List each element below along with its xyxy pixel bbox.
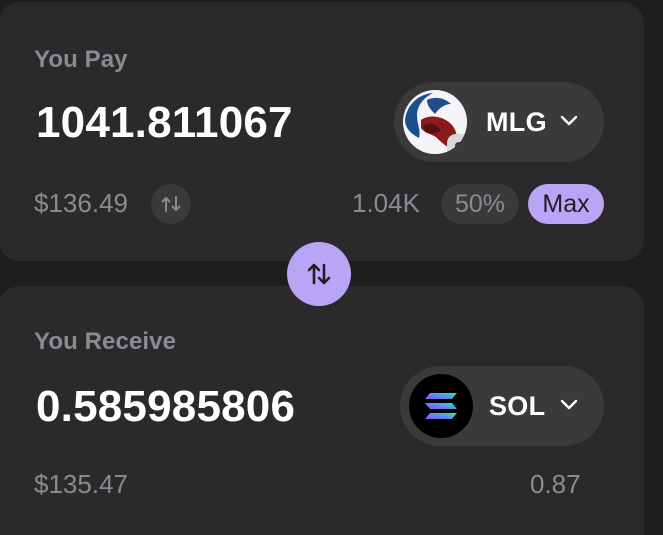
pay-amount-input[interactable]: 1041.811067 (36, 98, 293, 148)
refresh-icon (161, 196, 181, 212)
pay-balance: 1.04K (352, 188, 420, 218)
swap-arrows-icon (307, 263, 331, 285)
pay-token-symbol: MLG (486, 106, 547, 137)
chevron-down-icon (560, 399, 578, 410)
receive-label: You Receive (34, 328, 177, 355)
token-standard-badge-icon (447, 134, 467, 154)
swap-widget: You Pay 1041.811067 MLG $136.49 1.04K 50… (0, 0, 663, 535)
solana-logo (409, 374, 473, 438)
receive-token-symbol: SOL (489, 390, 546, 421)
half-amount-button[interactable]: 50% (441, 184, 519, 224)
pay-usd-value: $136.49 (34, 188, 128, 218)
swap-direction-button[interactable] (287, 242, 351, 306)
receive-usd-value: $135.47 (34, 469, 128, 499)
solana-icon (425, 393, 457, 419)
pay-token-selector[interactable]: MLG (394, 82, 604, 162)
refresh-button[interactable] (151, 184, 191, 224)
receive-amount: 0.585985806 (36, 382, 296, 431)
max-amount-button[interactable]: Max (528, 184, 604, 224)
chevron-down-icon (560, 115, 578, 126)
receive-balance: 0.87 (530, 469, 581, 499)
mlg-token-logo (403, 90, 467, 154)
pay-label: You Pay (34, 46, 128, 73)
receive-card: You Receive 0.585985806 SOL $135.47 0.87 (0, 286, 644, 535)
receive-token-selector[interactable]: SOL (400, 366, 604, 446)
pay-card: You Pay 1041.811067 MLG $136.49 1.04K 50… (0, 2, 644, 261)
